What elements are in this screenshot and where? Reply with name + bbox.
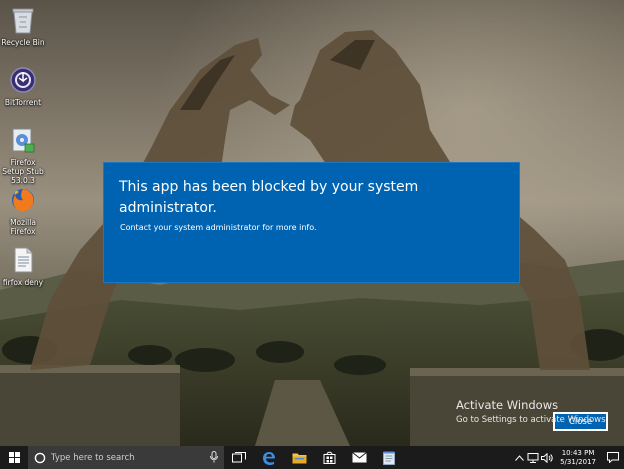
windows-logo-icon bbox=[8, 452, 20, 463]
store-button[interactable] bbox=[314, 446, 344, 469]
desktop-icon-label: Mozilla Firefox bbox=[10, 218, 36, 236]
search-placeholder: Type here to search bbox=[51, 452, 135, 463]
edge-icon bbox=[263, 451, 275, 465]
taskbar-clock[interactable]: 10:43 PM 5/31/2017 bbox=[554, 449, 602, 467]
show-hidden-icons-button[interactable] bbox=[512, 454, 526, 461]
cortana-icon bbox=[34, 452, 46, 463]
file-explorer-button[interactable] bbox=[284, 446, 314, 469]
desktop-icon-label: Firefox Setup Stub 53.0.3 bbox=[2, 158, 44, 185]
taskbar-search-box[interactable]: Type here to search bbox=[28, 446, 224, 469]
network-icon bbox=[527, 452, 539, 463]
clock-date: 5/31/2017 bbox=[560, 457, 596, 466]
desktop-icon-recycle-bin[interactable]: Recycle Bin bbox=[0, 4, 46, 47]
notepad-icon bbox=[383, 451, 395, 465]
activate-windows-watermark: Activate Windows Go to Settings to activ… bbox=[456, 398, 608, 425]
watermark-title: Activate Windows bbox=[456, 398, 559, 412]
notification-icon bbox=[607, 452, 619, 463]
clock-time: 10:43 PM bbox=[561, 448, 595, 457]
network-button[interactable] bbox=[526, 452, 540, 463]
recycle-bin-icon bbox=[7, 4, 39, 36]
desktop-icon-label: Recycle Bin bbox=[1, 38, 45, 47]
edge-button[interactable] bbox=[254, 446, 284, 469]
mail-icon bbox=[351, 452, 367, 463]
desktop-icon-firfox-deny[interactable]: firfox deny bbox=[0, 244, 46, 287]
bittorrent-icon bbox=[7, 64, 39, 96]
installer-icon bbox=[7, 124, 39, 156]
speaker-icon bbox=[541, 452, 553, 463]
microphone-icon[interactable] bbox=[210, 451, 218, 463]
dialog-title: This app has been blocked by your system… bbox=[119, 179, 419, 216]
desktop-icon-bittorrent[interactable]: BitTorrent bbox=[0, 64, 46, 107]
notepad-button[interactable] bbox=[374, 446, 404, 469]
taskbar: Type here to search 10:43 PM 5/31/2017 bbox=[0, 446, 624, 469]
chevron-up-icon bbox=[514, 454, 524, 461]
task-view-icon bbox=[232, 452, 246, 463]
text-file-icon bbox=[7, 244, 39, 276]
system-tray: 10:43 PM 5/31/2017 bbox=[512, 446, 624, 469]
task-view-button[interactable] bbox=[224, 446, 254, 469]
volume-button[interactable] bbox=[540, 452, 554, 463]
watermark-subtitle: Go to Settings to activate Windows. bbox=[456, 415, 609, 425]
store-icon bbox=[323, 451, 335, 464]
desktop-icon-firefox[interactable]: Mozilla Firefox bbox=[0, 184, 46, 236]
desktop-icon-label: firfox deny bbox=[2, 278, 44, 287]
start-button[interactable] bbox=[0, 446, 28, 469]
mail-button[interactable] bbox=[344, 446, 374, 469]
action-center-button[interactable] bbox=[602, 452, 624, 463]
dialog-message: Contact your system administrator for mo… bbox=[120, 223, 317, 232]
desktop-icon-firefox-setup[interactable]: Firefox Setup Stub 53.0.3 bbox=[0, 124, 46, 185]
file-explorer-icon bbox=[292, 453, 306, 463]
firefox-icon bbox=[7, 184, 39, 216]
desktop-icon-label: BitTorrent bbox=[4, 98, 42, 107]
blocked-app-dialog: This app has been blocked by your system… bbox=[103, 162, 608, 431]
